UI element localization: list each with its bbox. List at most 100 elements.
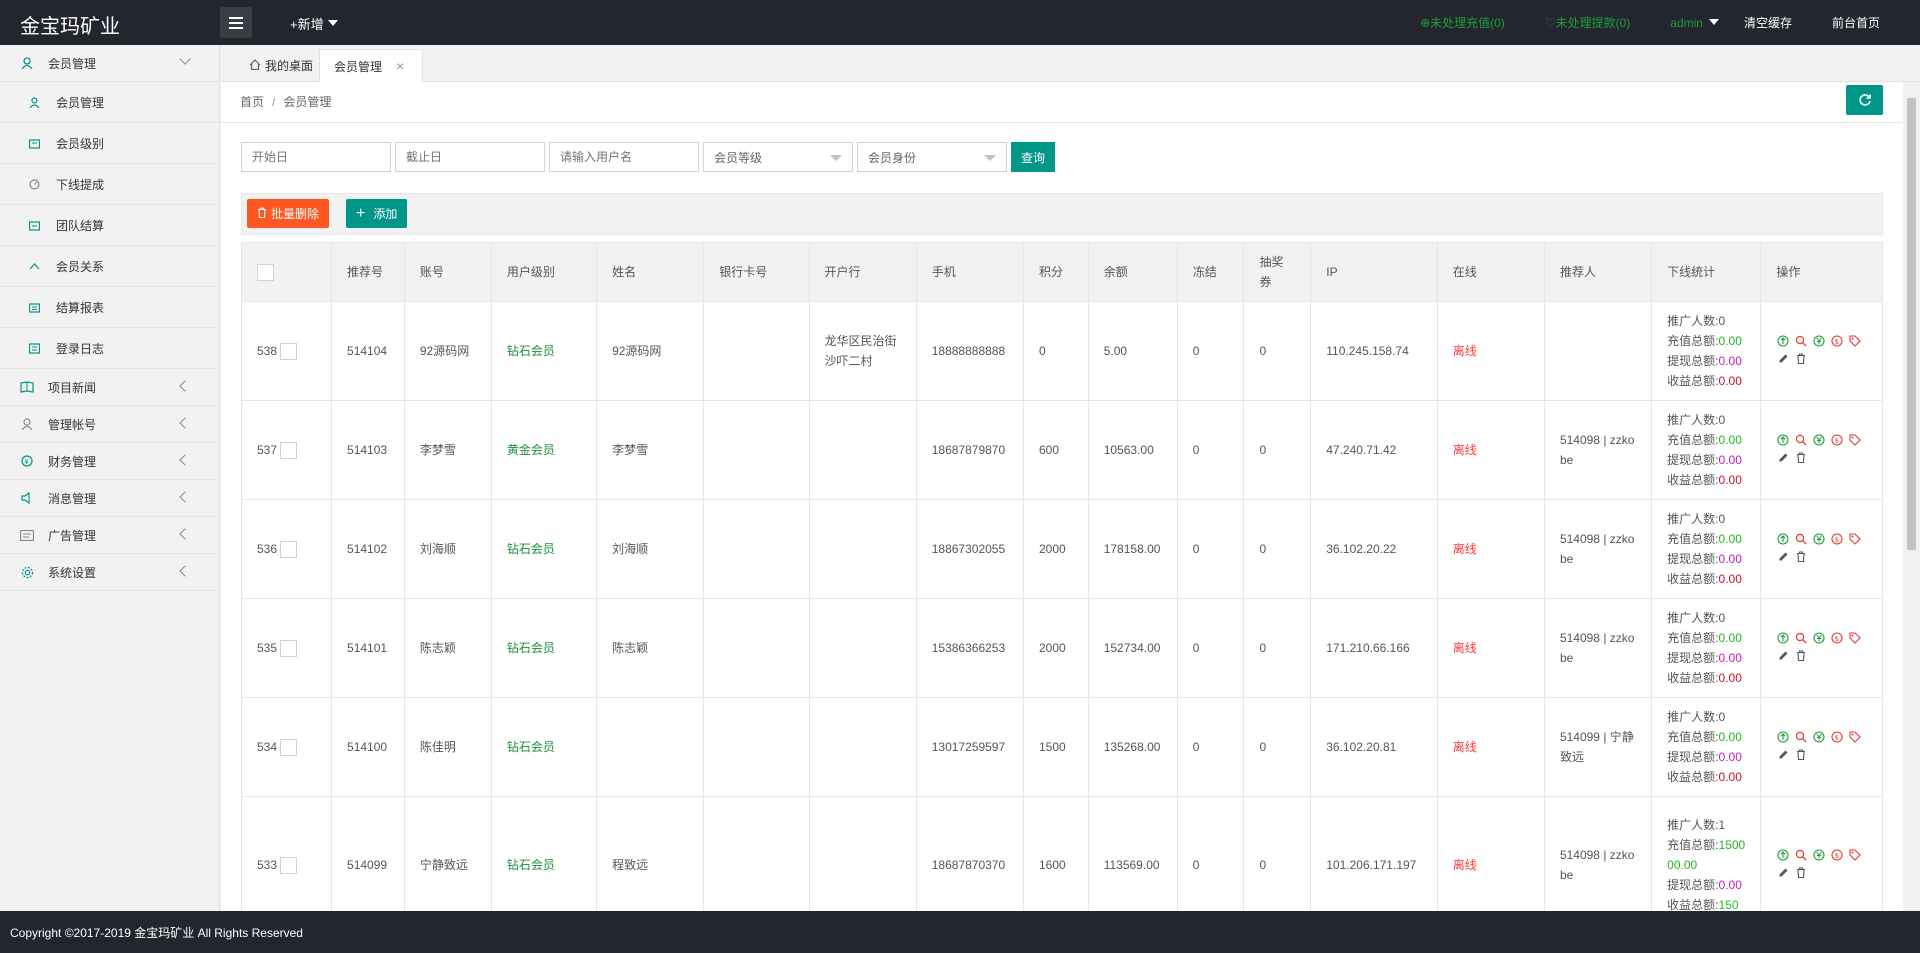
tab-desktop[interactable]: 我的桌面 <box>235 49 327 82</box>
pending-withdraw-link[interactable]: ♡未处理提款(0) <box>1545 14 1630 31</box>
row-checkbox[interactable] <box>280 739 298 757</box>
start-date-input[interactable] <box>241 142 391 172</box>
table-row[interactable]: 533 514099 宁静致远 钻石会员 程致远 18687870370 1600 1135… <box>241 796 1883 911</box>
stat-income: 收益总额:0.00 <box>1667 668 1745 688</box>
sidebar-item-member-level[interactable]: 会员级别 <box>0 123 219 164</box>
new-dropdown[interactable]: +新增 <box>290 14 338 33</box>
delete-icon[interactable] <box>1794 351 1808 365</box>
sidebar-group-news[interactable]: 项目新闻 <box>0 369 219 406</box>
sidebar-item-team[interactable]: 团队结算 <box>0 205 219 246</box>
tag-icon[interactable] <box>1848 631 1862 645</box>
tab-member-manage[interactable]: 会员管理 × <box>319 49 423 82</box>
menu-toggle-button[interactable] <box>220 7 252 38</box>
sidebar-item-login-log[interactable]: 登录日志 <box>0 328 219 369</box>
table-row[interactable]: 535 514101 陈志颖 钻石会员 陈志颖 15386366253 2000 15273… <box>241 598 1883 698</box>
edit-icon[interactable] <box>1776 549 1790 563</box>
sidebar-group-ads[interactable]: 广告管理 <box>0 517 219 554</box>
end-date-input[interactable] <box>395 142 545 172</box>
cell-bank-card <box>703 499 810 599</box>
delete-icon[interactable] <box>1794 747 1808 761</box>
cell-bank <box>808 697 917 797</box>
page-scrollbar[interactable] <box>1903 82 1920 911</box>
upload-icon[interactable] <box>1776 433 1790 447</box>
delete-icon[interactable] <box>1794 549 1808 563</box>
yen-icon[interactable] <box>1812 848 1826 862</box>
cell-phone: 18687879870 <box>915 400 1024 500</box>
upload-icon[interactable] <box>1776 334 1790 348</box>
sidebar-item-relation[interactable]: 会员关系 <box>0 246 219 287</box>
row-checkbox[interactable] <box>280 640 298 658</box>
cell-bank-card <box>703 301 810 401</box>
scrollbar-thumb[interactable] <box>1907 98 1916 550</box>
dollar-icon[interactable]: $ <box>1830 631 1844 645</box>
delete-icon[interactable] <box>1794 450 1808 464</box>
close-icon[interactable]: × <box>396 58 404 74</box>
row-checkbox[interactable] <box>280 857 298 875</box>
breadcrumb-home[interactable]: 首页 <box>240 95 264 109</box>
admin-dropdown[interactable]: admin <box>1670 16 1719 30</box>
tag-icon[interactable] <box>1848 433 1862 447</box>
sidebar-group-members[interactable]: 会员管理 <box>0 45 219 82</box>
tag-icon[interactable] <box>1848 730 1862 744</box>
yen-icon[interactable] <box>1812 532 1826 546</box>
search-icon[interactable] <box>1794 334 1808 348</box>
clear-cache-link[interactable]: 清空缓存 <box>1744 14 1792 31</box>
upload-icon[interactable] <box>1776 730 1790 744</box>
tag-icon[interactable] <box>1848 848 1862 862</box>
tag-icon[interactable] <box>1848 532 1862 546</box>
search-icon[interactable] <box>1794 730 1808 744</box>
dollar-icon[interactable]: $ <box>1830 730 1844 744</box>
search-icon[interactable] <box>1794 433 1808 447</box>
dollar-icon[interactable]: $ <box>1830 848 1844 862</box>
upload-icon[interactable] <box>1776 631 1790 645</box>
sidebar-group-accounts[interactable]: 管理帐号 <box>0 406 219 443</box>
logo[interactable]: 金宝玛矿业 <box>20 10 120 39</box>
stat-label: 提现总额: <box>1667 878 1719 892</box>
upload-icon[interactable] <box>1776 532 1790 546</box>
yen-icon[interactable] <box>1812 433 1826 447</box>
edit-icon[interactable] <box>1776 351 1790 365</box>
sidebar-item-commission[interactable]: 下线提成 <box>0 164 219 205</box>
dollar-icon[interactable]: $ <box>1830 532 1844 546</box>
table-row[interactable]: 536 514102 刘海顺 钻石会员 刘海顺 18867302055 2000 17815… <box>241 499 1883 599</box>
yen-icon[interactable] <box>1812 334 1826 348</box>
search-icon[interactable] <box>1794 631 1808 645</box>
query-button[interactable]: 查询 <box>1011 142 1055 172</box>
stat-label: 推广人数: <box>1667 512 1719 526</box>
dollar-icon[interactable]: $ <box>1830 334 1844 348</box>
cell-referrer: 514098 | zzkobe <box>1543 499 1653 599</box>
row-checkbox[interactable] <box>280 541 298 559</box>
edit-icon[interactable] <box>1776 747 1790 761</box>
edit-icon[interactable] <box>1776 450 1790 464</box>
sidebar-item-member-manage[interactable]: 会员管理 <box>0 82 219 123</box>
dollar-icon[interactable]: $ <box>1830 433 1844 447</box>
yen-icon[interactable] <box>1812 631 1826 645</box>
row-checkbox[interactable] <box>280 343 298 361</box>
delete-icon[interactable] <box>1794 648 1808 662</box>
upload-icon[interactable] <box>1776 848 1790 862</box>
sidebar-group-finance[interactable]: ¥ 财务管理 <box>0 443 219 480</box>
tag-icon[interactable] <box>1848 334 1862 348</box>
table-row[interactable]: 534 514100 陈佳明 钻石会员 13017259597 1500 135268.0… <box>241 697 1883 797</box>
sidebar-group-messages[interactable]: 消息管理 <box>0 480 219 517</box>
edit-icon[interactable] <box>1776 865 1790 879</box>
pending-recharge-link[interactable]: ⊕未处理充值(0) <box>1420 14 1505 31</box>
add-button[interactable]: + 添加 <box>346 199 408 228</box>
search-icon[interactable] <box>1794 848 1808 862</box>
batch-delete-button[interactable]: 批量删除 <box>247 199 330 228</box>
table-row[interactable]: 538 514104 92源码网 钻石会员 92源码网 龙华区民治街沙吓二村 188888… <box>241 301 1883 401</box>
refresh-button[interactable] <box>1846 85 1883 115</box>
member-identity-select[interactable]: 会员身份 <box>857 142 1007 172</box>
member-level-select[interactable]: 会员等级 <box>703 142 853 172</box>
edit-icon[interactable] <box>1776 648 1790 662</box>
search-icon[interactable] <box>1794 532 1808 546</box>
sidebar-item-report[interactable]: 结算报表 <box>0 287 219 328</box>
table-row[interactable]: 537 514103 李梦雪 黄金会员 李梦雪 18687879870 600 10563.… <box>241 400 1883 500</box>
yen-icon[interactable] <box>1812 730 1826 744</box>
row-checkbox[interactable] <box>280 442 298 460</box>
select-all-checkbox[interactable] <box>257 264 274 282</box>
username-input[interactable] <box>549 142 699 172</box>
delete-icon[interactable] <box>1794 865 1808 879</box>
frontend-link[interactable]: 前台首页 <box>1832 14 1880 31</box>
sidebar-group-settings[interactable]: 系统设置 <box>0 554 219 591</box>
